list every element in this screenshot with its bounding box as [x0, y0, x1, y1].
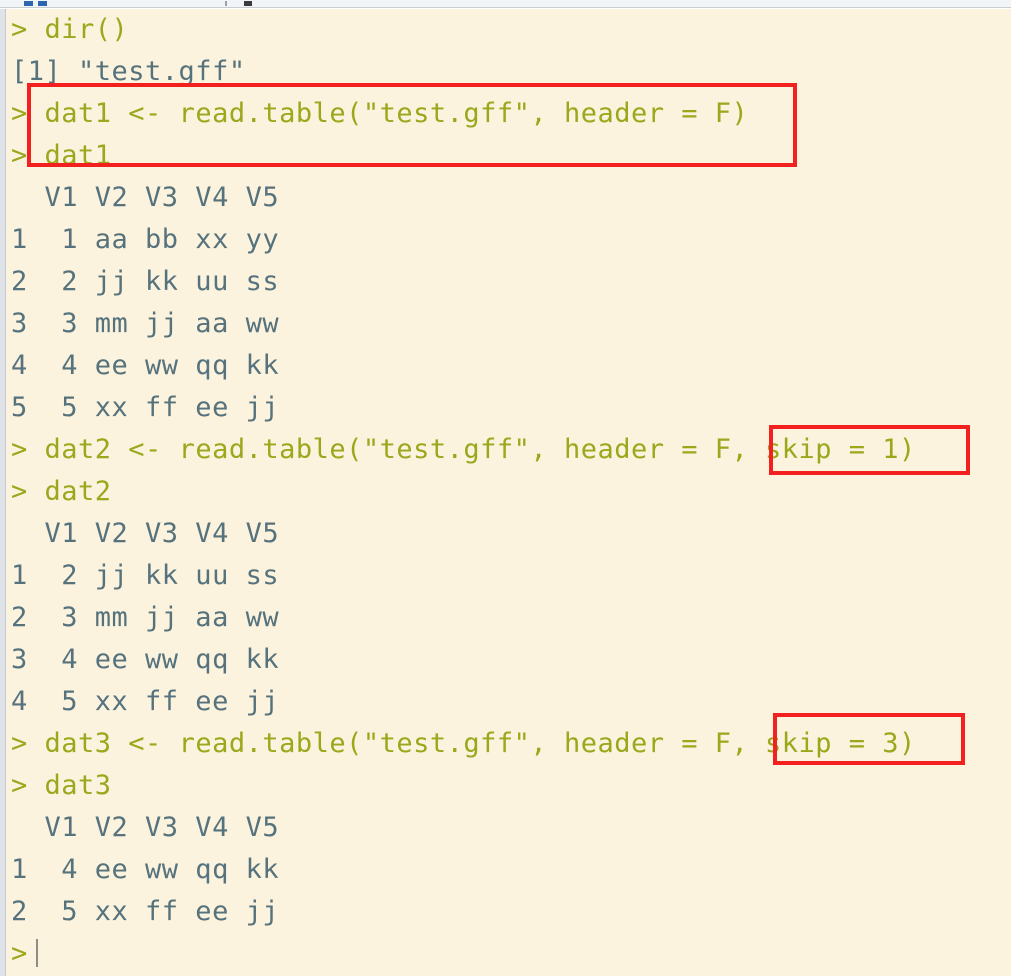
console-line: > dat3 <- read.table("test.gff", header …	[6, 723, 1011, 765]
new-doc-icon[interactable]	[24, 1, 33, 6]
console-command-text: dat1	[27, 140, 112, 171]
console-output-text: 2 3 mm jj aa ww	[11, 602, 280, 633]
prompt-symbol: >	[11, 770, 28, 801]
console-line: [1] "test.gff"	[6, 51, 1011, 93]
console-command-text: dat2	[27, 476, 112, 507]
console-line: > dat2 <- read.table("test.gff", header …	[6, 429, 1011, 471]
prompt-symbol: >	[11, 728, 28, 759]
open-folder-icon[interactable]	[38, 1, 47, 6]
console-line: 3 4 ee ww qq kk	[6, 639, 1011, 681]
console-line: V1 V2 V3 V4 V5	[6, 513, 1011, 555]
prompt-symbol: >	[11, 938, 28, 969]
console-line: > dat1	[6, 135, 1011, 177]
console-command-text: dat3	[27, 770, 112, 801]
console-output-text: [1] "test.gff"	[11, 56, 246, 87]
console-output-text: V1 V2 V3 V4 V5	[11, 182, 280, 213]
console-line: >	[6, 933, 1011, 975]
console-line: V1 V2 V3 V4 V5	[6, 807, 1011, 849]
console-line: 1 4 ee ww qq kk	[6, 849, 1011, 891]
console-output-text: 5 5 xx ff ee jj	[11, 392, 280, 423]
console-output-text: 1 1 aa bb xx yy	[11, 224, 280, 255]
console-line: > dat3	[6, 765, 1011, 807]
app-toolbar	[0, 0, 1011, 8]
console-line: 1 2 jj kk uu ss	[6, 555, 1011, 597]
text-caret	[35, 939, 38, 967]
console-line: 3 3 mm jj aa ww	[6, 303, 1011, 345]
console-output-text: 1 2 jj kk uu ss	[11, 560, 280, 591]
console-output-text: 1 4 ee ww qq kk	[11, 854, 280, 885]
prompt-symbol: >	[11, 14, 28, 45]
console-line: > dir()	[6, 9, 1011, 51]
console-line: 4 4 ee ww qq kk	[6, 345, 1011, 387]
separator-icon	[225, 1, 227, 6]
console-line: 2 2 jj kk uu ss	[6, 261, 1011, 303]
console-command-text: dat3 <- read.table("test.gff", header = …	[27, 728, 916, 759]
console-line: 1 1 aa bb xx yy	[6, 219, 1011, 261]
console-output-text: 3 3 mm jj aa ww	[11, 308, 280, 339]
console-output-text: 4 4 ee ww qq kk	[11, 350, 280, 381]
prompt-symbol: >	[11, 476, 28, 507]
console-line: 2 3 mm jj aa ww	[6, 597, 1011, 639]
console-line: V1 V2 V3 V4 V5	[6, 177, 1011, 219]
console-line: 4 5 xx ff ee jj	[6, 681, 1011, 723]
prompt-symbol: >	[11, 140, 28, 171]
console-output-text: 4 5 xx ff ee jj	[11, 686, 280, 717]
console-output-text: 2 2 jj kk uu ss	[11, 266, 280, 297]
console-line: > dat1 <- read.table("test.gff", header …	[6, 93, 1011, 135]
console-output-text: 2 5 xx ff ee jj	[11, 896, 280, 927]
console-output-text: 3 4 ee ww qq kk	[11, 644, 280, 675]
console-command-text: dat1 <- read.table("test.gff", header = …	[27, 98, 749, 129]
console-line: 2 5 xx ff ee jj	[6, 891, 1011, 933]
prompt-symbol: >	[11, 98, 28, 129]
r-console-output[interactable]: > dir() [1] "test.gff" > dat1 <- read.tabl…	[6, 9, 1011, 976]
prompt-symbol: >	[11, 434, 28, 465]
print-icon[interactable]	[244, 1, 252, 6]
console-command-text: dat2 <- read.table("test.gff", header = …	[27, 434, 916, 465]
console-line: > dat2	[6, 471, 1011, 513]
console-command-text: dir()	[27, 14, 129, 45]
console-output-text: V1 V2 V3 V4 V5	[11, 518, 280, 549]
console-output-text: V1 V2 V3 V4 V5	[11, 812, 280, 843]
console-line: 5 5 xx ff ee jj	[6, 387, 1011, 429]
